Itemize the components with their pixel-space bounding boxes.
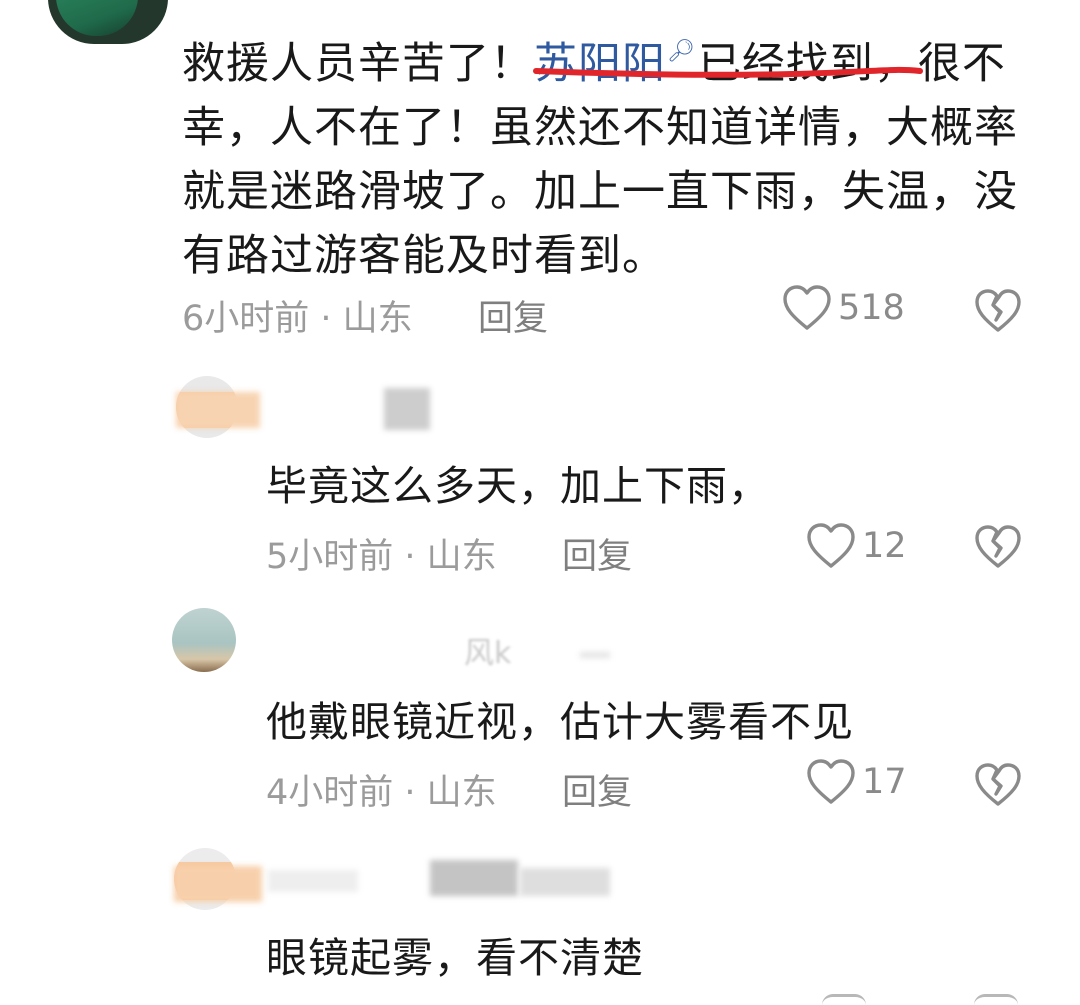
comment-location: 山东 — [342, 299, 413, 339]
like-button[interactable]: 17 — [806, 758, 907, 806]
blurred-username — [174, 866, 262, 902]
comment-time: 6小时前 — [182, 299, 310, 339]
reply-meta: 5小时前 · 山东 — [266, 528, 497, 579]
reply-meta: 4小时前 · 山东 — [266, 764, 497, 815]
blurred-username — [384, 388, 430, 430]
reply-location: 山东 — [426, 773, 497, 813]
reply-time: 4小时前 — [266, 773, 394, 813]
heart-icon — [783, 285, 831, 330]
reply-text: 他戴眼镜近视，估计大雾看不见 — [266, 698, 854, 746]
dislike-button[interactable] — [974, 762, 1022, 808]
broken-heart-icon — [975, 525, 1021, 568]
dislike-button[interactable] — [974, 288, 1022, 334]
blurred-username — [580, 652, 610, 658]
avatar-image — [56, 0, 138, 36]
blurred-username — [520, 868, 610, 896]
reply-button[interactable]: 回复 — [478, 290, 548, 341]
reply-location: 山东 — [426, 537, 497, 577]
broken-heart-icon — [974, 994, 1018, 1005]
reply-button[interactable]: 回复 — [562, 528, 632, 579]
comment-meta: 6小时前 · 山东 — [182, 290, 413, 341]
search-icon: 🔎︎ — [667, 39, 696, 64]
heart-icon — [807, 523, 855, 568]
heart-icon — [822, 994, 866, 1005]
heart-icon — [807, 759, 855, 804]
meta-separator: · — [393, 773, 427, 813]
meta-separator: · — [309, 299, 343, 339]
broken-heart-icon — [975, 763, 1021, 806]
blurred-username: 风k — [464, 636, 512, 671]
like-count: 12 — [862, 526, 907, 566]
reply-button[interactable]: 回复 — [562, 764, 632, 815]
comment-text: 救援人员辛苦了！苏阳阳🔎︎已经找到，很不幸，人不在了！虽然还不知道详情，大概率就… — [182, 20, 1042, 288]
reply-text: 毕竟这么多天，加上下雨， — [266, 462, 770, 510]
like-count: 17 — [862, 762, 907, 802]
like-count: 518 — [838, 288, 905, 328]
reply-text: 眼镜起雾，看不清楚 — [266, 934, 644, 982]
like-button[interactable]: 12 — [806, 522, 907, 570]
like-button[interactable]: 518 — [782, 284, 905, 332]
avatar[interactable] — [48, 0, 168, 44]
comment-text-before: 救援人员辛苦了！ — [182, 39, 534, 89]
blurred-username — [176, 392, 260, 428]
red-underline-annotation — [533, 66, 923, 78]
avatar[interactable] — [172, 608, 236, 672]
meta-separator: · — [393, 537, 427, 577]
blurred-username — [268, 870, 358, 892]
dislike-button[interactable] — [974, 524, 1022, 570]
blurred-username — [430, 860, 518, 896]
reply-time: 5小时前 — [266, 537, 394, 577]
broken-heart-icon — [975, 289, 1021, 332]
